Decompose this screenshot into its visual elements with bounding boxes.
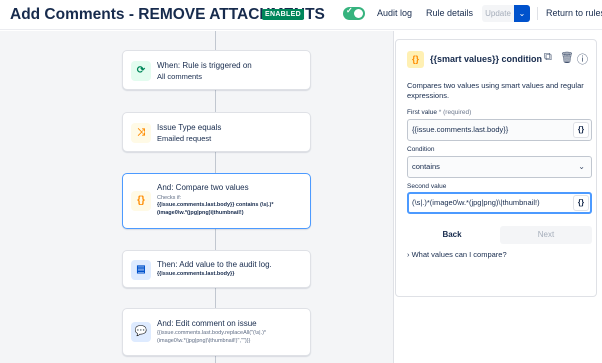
rule-step-edit-comment[interactable]: 💬 And: Edit comment on issue {{issue.com… (122, 308, 311, 356)
trigger-icon: ⟳ (131, 61, 151, 81)
first-value-label: First value * (required) (407, 109, 472, 116)
step-title: When: Rule is triggered on (157, 61, 252, 70)
trash-icon[interactable]: 🗑 (560, 51, 574, 64)
step-subtitle: All comments (157, 72, 203, 81)
condition-label: Condition (407, 146, 435, 153)
document-icon: ▤ (131, 260, 151, 280)
step-title: And: Compare two values (157, 183, 249, 192)
smart-value-button[interactable]: {} (573, 122, 589, 138)
status-badge: ENABLED (262, 9, 304, 20)
rule-step-issue-type[interactable]: ⤨ Issue Type equals Emailed request (122, 112, 311, 152)
check-icon: ✓ (346, 6, 353, 15)
second-value-text: (\s|.)*(image0\w.*(jpg|png)\|thumbnail!) (412, 198, 540, 207)
header-separator (537, 7, 538, 20)
next-button[interactable]: Next (500, 226, 592, 244)
braces-icon: {} (131, 191, 151, 211)
braces-icon: {} (407, 51, 424, 68)
comment-icon: 💬 (131, 322, 151, 342)
second-value-label: Second value (407, 183, 447, 190)
condition-code-line-2: (image0\w.*(jpg|png)\|thumbnail!) (157, 210, 244, 216)
rule-details-button[interactable]: Rule details (426, 5, 473, 22)
edit-code-line-2: (image0\w.*(jpg|png)\|thumbnail!)","")}} (157, 338, 251, 344)
step-title: And: Edit comment on issue (157, 319, 257, 328)
chevron-right-icon: › (407, 250, 410, 259)
panel-title: {{smart values}} condition (430, 54, 543, 64)
condition-select[interactable]: contains ⌄ (407, 156, 592, 178)
first-value-text: {{issue.comments.last.body}} (412, 125, 509, 134)
update-dropdown-button[interactable]: ⌄ (514, 5, 530, 22)
condition-select-value: contains (412, 162, 440, 171)
rule-step-compare-values[interactable]: {} And: Compare two values Checks if: {{… (122, 173, 311, 229)
condition-code-line-1: {{issue.comments.last.body}} contains (\… (157, 202, 274, 208)
rule-step-audit-log[interactable]: ▤ Then: Add value to the audit log. {{is… (122, 250, 311, 288)
duplicate-icon[interactable]: ⧉ (544, 51, 552, 64)
step-title: Then: Add value to the audit log. (157, 260, 272, 269)
back-button[interactable]: Back (407, 226, 497, 244)
toggle-knob (354, 9, 363, 18)
config-panel: {} {{smart values}} condition ⧉ 🗑 ⓘ Comp… (393, 31, 602, 363)
first-value-input[interactable]: {{issue.comments.last.body}} {} (407, 119, 592, 141)
rule-enabled-toggle[interactable]: ✓ (343, 6, 365, 20)
rule-step-trigger[interactable]: ⟳ When: Rule is triggered on All comment… (122, 50, 311, 90)
compare-values-expander[interactable]: › What values can I compare? (407, 250, 507, 259)
top-header: Add Comments - REMOVE ATTACHMENTS ENABLE… (0, 0, 602, 30)
update-button[interactable]: Update (482, 5, 514, 22)
chevron-down-icon: ⌄ (578, 162, 585, 171)
expander-label: What values can I compare? (411, 250, 507, 259)
second-value-input[interactable]: (\s|.)*(image0\w.*(jpg|png)\|thumbnail!)… (407, 192, 592, 214)
shuffle-icon: ⤨ (131, 123, 151, 143)
smart-value-button[interactable]: {} (573, 195, 589, 211)
audit-code-line: {{issue.comments.last.body}} (157, 271, 235, 277)
audit-log-button[interactable]: Audit log (377, 5, 412, 22)
chevron-down-icon: ⌄ (518, 9, 526, 18)
help-icon[interactable]: ⓘ (577, 51, 588, 67)
step-title: Issue Type equals (157, 123, 222, 132)
condition-config-box: {} {{smart values}} condition ⧉ 🗑 ⓘ Comp… (395, 39, 597, 297)
step-subtitle: Emailed request (157, 134, 212, 143)
edit-code-line-1: {{issue.comments.last.body.replaceAll("(… (157, 330, 267, 336)
checks-label: Checks if: (157, 195, 182, 201)
panel-description: Compares two values using smart values a… (407, 81, 584, 100)
return-to-rules-button[interactable]: Return to rules (546, 5, 602, 22)
